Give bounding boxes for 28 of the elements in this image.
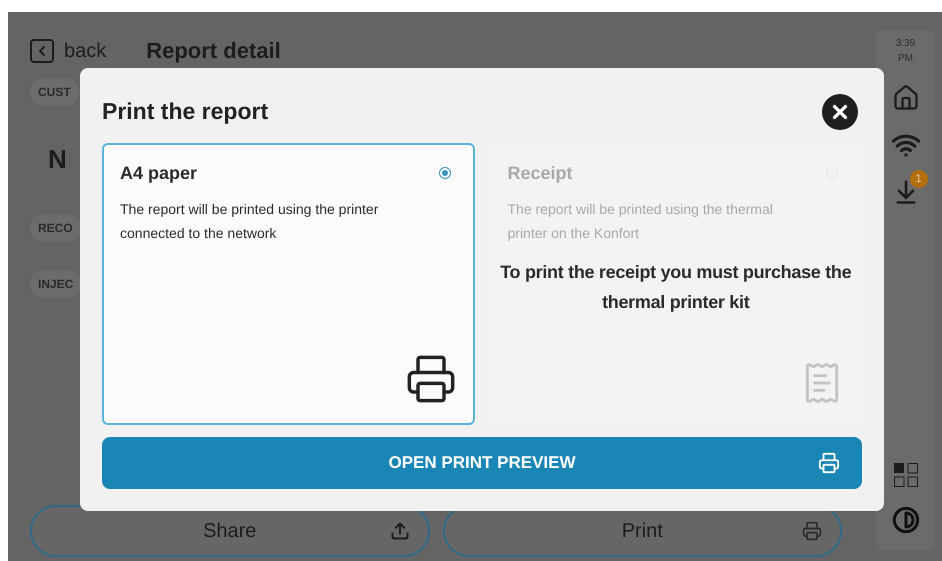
radio-button[interactable]	[438, 167, 450, 180]
section-label: INJEC	[30, 270, 82, 298]
option-title: Receipt	[508, 162, 573, 184]
purchase-notice: To print the receipt you must purchase the thermal printer kit	[499, 260, 852, 314]
printer-icon	[404, 353, 456, 406]
upload-icon	[390, 521, 410, 541]
close-button[interactable]	[822, 94, 858, 130]
back-label: back	[64, 40, 106, 62]
printer-icon	[818, 452, 840, 474]
action-button[interactable]: Share	[30, 505, 430, 557]
option-title: A4 paper	[120, 162, 198, 184]
open-print-preview-button[interactable]: OPEN PRINT PREVIEW	[102, 437, 862, 489]
section-heading: N	[48, 144, 67, 176]
print-option-card[interactable]: A4 paper The report will be printed using the printer connected to the network	[102, 142, 474, 426]
clock-time: 3:39 PM	[896, 37, 916, 66]
page-title: Report detail	[146, 38, 281, 64]
section-label: CUST	[30, 78, 79, 106]
back-button[interactable]: back	[30, 39, 106, 63]
option-description: The report will be printed using the printer connected to the network	[120, 200, 380, 243]
printer-icon	[802, 521, 822, 541]
option-description: The report will be printed using the thermal printer on the Konfort	[508, 200, 774, 243]
contrast-icon[interactable]	[892, 506, 920, 534]
dialog-title: Print the report	[102, 98, 268, 126]
section-label: RECO	[30, 214, 81, 242]
home-icon[interactable]	[892, 84, 920, 112]
chevron-left-icon	[30, 39, 54, 63]
grid-icon[interactable]	[892, 462, 918, 488]
notification-badge: 1	[910, 170, 928, 188]
